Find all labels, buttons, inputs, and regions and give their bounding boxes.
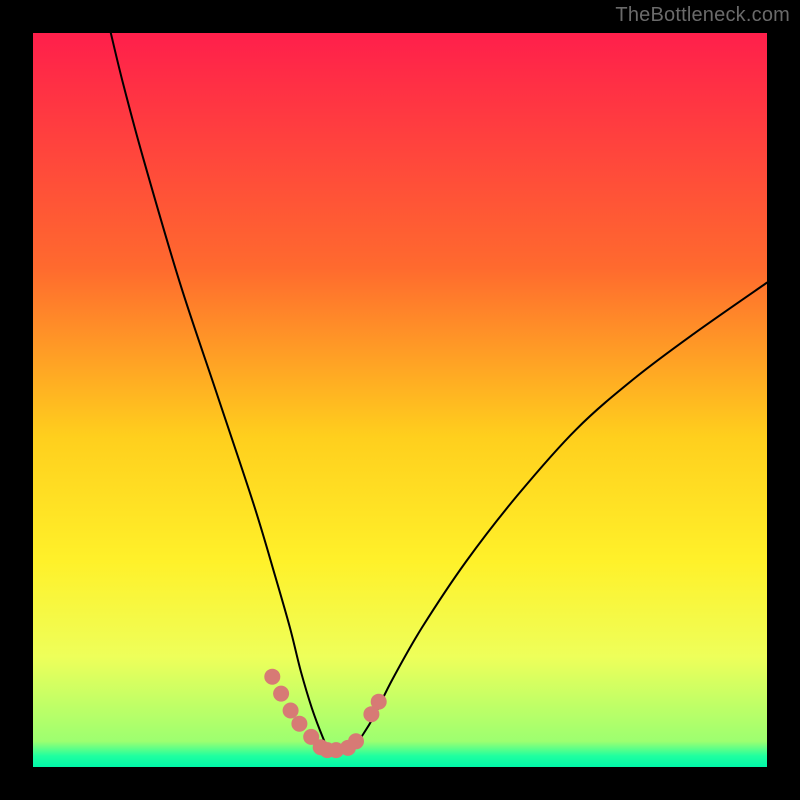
- highlight-dot: [291, 716, 307, 732]
- chart-stage: TheBottleneck.com: [0, 0, 800, 800]
- highlight-dot: [283, 703, 299, 719]
- highlight-dot: [264, 669, 280, 685]
- gradient-background: [33, 33, 767, 767]
- highlight-dot: [273, 686, 289, 702]
- watermark-text: TheBottleneck.com: [615, 4, 790, 27]
- highlight-dot: [348, 733, 364, 749]
- chart-svg: [0, 0, 800, 800]
- highlight-dot: [371, 694, 387, 710]
